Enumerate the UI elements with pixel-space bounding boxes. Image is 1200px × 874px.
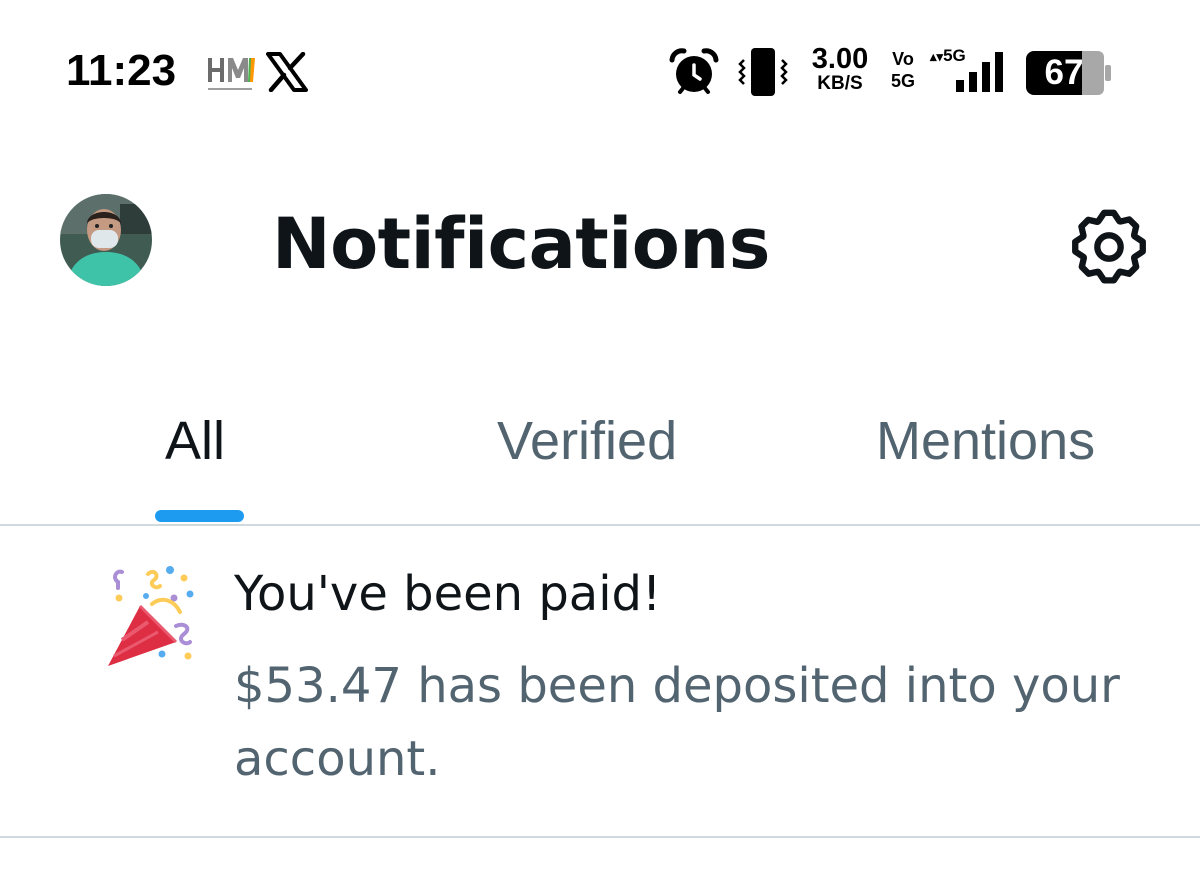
x-logo-icon bbox=[266, 52, 308, 92]
alarm-icon bbox=[669, 48, 719, 94]
party-popper-icon bbox=[108, 566, 194, 666]
vibrate-icon bbox=[738, 48, 788, 96]
status-time: 11:23 bbox=[66, 46, 177, 95]
page-title: Notifications bbox=[272, 203, 770, 285]
volte-indicator: Vo 5G bbox=[887, 48, 919, 98]
network-speed-value: 3.00 bbox=[811, 43, 869, 75]
notification-title: You've been paid! bbox=[234, 566, 662, 622]
battery-level: 67 bbox=[1044, 53, 1084, 92]
tab-verified[interactable]: Verified bbox=[497, 410, 677, 472]
avatar[interactable] bbox=[60, 194, 152, 286]
volte-bottom: 5G bbox=[890, 71, 915, 91]
hm-app-icon bbox=[204, 56, 256, 90]
status-bar: 11:23 3.00 KB/S Vo 5G ▴▾5G 67 bbox=[0, 0, 1200, 140]
notification-body: $53.47 has been deposited into your acco… bbox=[234, 658, 1120, 787]
volte-top: Vo bbox=[892, 49, 914, 69]
network-speed: 3.00 KB/S bbox=[800, 44, 880, 100]
settings-button[interactable] bbox=[1064, 206, 1154, 288]
signal-icon bbox=[956, 52, 1003, 92]
notification-item[interactable]: You've been paid! $53.47 has been deposi… bbox=[0, 526, 1200, 838]
network-speed-unit: KB/S bbox=[817, 73, 863, 94]
avatar-image bbox=[60, 194, 152, 286]
tab-all[interactable]: All bbox=[165, 410, 225, 472]
gear-icon bbox=[1072, 209, 1146, 284]
notification-tabs: All Verified Mentions bbox=[0, 380, 1200, 526]
header: Notifications bbox=[0, 170, 1200, 320]
active-tab-indicator bbox=[155, 510, 244, 522]
tab-mentions[interactable]: Mentions bbox=[876, 410, 1095, 472]
